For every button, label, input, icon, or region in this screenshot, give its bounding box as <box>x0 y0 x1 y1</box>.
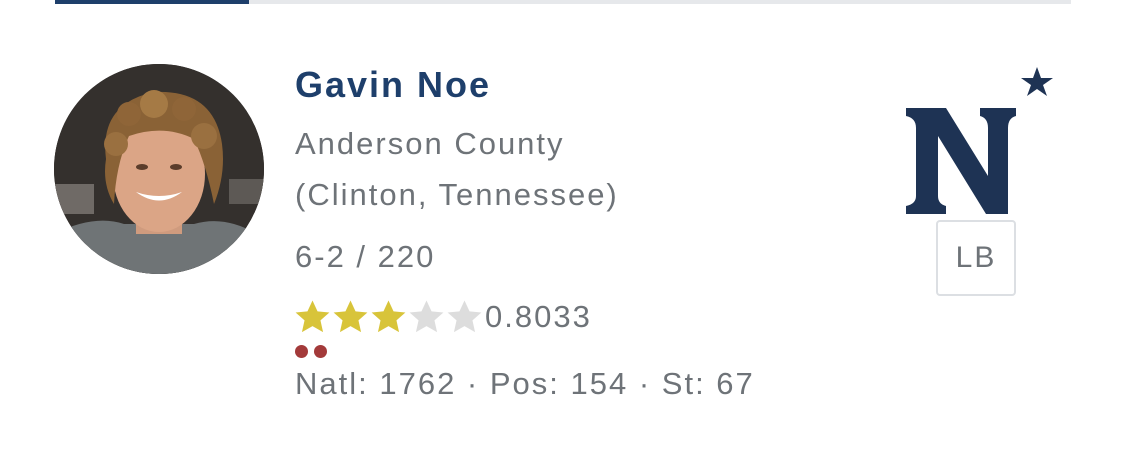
rating-row: 0.8033 <box>293 296 592 338</box>
school-location: (Clinton, Tennessee) <box>295 177 619 212</box>
player-name[interactable]: Gavin Noe <box>295 64 491 106</box>
player-avatar[interactable] <box>54 64 264 274</box>
player-rankings: Natl: 1762 · Pos: 154 · St: 67 <box>295 366 755 401</box>
star-filled-icon <box>295 299 330 332</box>
indicator-dot <box>295 345 308 358</box>
navy-logo-icon[interactable] <box>904 64 1056 218</box>
rating-value: 0.8033 <box>485 299 592 334</box>
position-badge[interactable]: LB <box>936 220 1016 296</box>
player-school: Anderson County (Clinton, Tennessee) <box>295 118 619 220</box>
active-tab-indicator <box>55 0 249 4</box>
star-empty-icon <box>409 299 444 332</box>
player-photo-icon <box>54 64 264 274</box>
tab-indicator-track <box>55 0 1071 4</box>
school-name: Anderson County <box>295 126 565 161</box>
star-empty-icon <box>447 299 482 332</box>
indicator-dot <box>314 345 327 358</box>
star-filled-icon <box>333 299 368 332</box>
indicator-dots <box>295 345 327 358</box>
star-filled-icon <box>371 299 406 332</box>
star-rating <box>293 298 483 337</box>
height-weight: 6-2 / 220 <box>295 239 436 274</box>
